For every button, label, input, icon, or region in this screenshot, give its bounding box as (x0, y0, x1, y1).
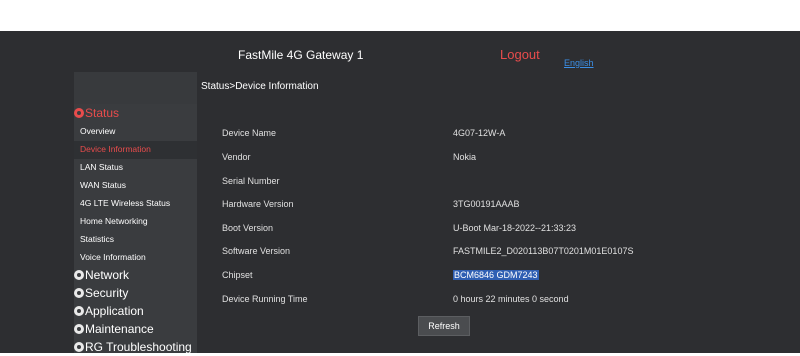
logout-link[interactable]: Logout (500, 47, 540, 62)
boot-version-value: U-Boot Mar-18-2022--21:33:23 (453, 223, 577, 233)
serial-number-label: Serial Number (222, 176, 280, 186)
hardware-version-value: 3TG00191AAAB (453, 199, 520, 209)
sidebar: Status Overview Device Information LAN S… (74, 104, 197, 356)
sidebar-category-label: Status (85, 106, 120, 120)
language-link[interactable]: English (564, 58, 594, 68)
sidebar-category-status[interactable]: Status (74, 104, 119, 122)
sidebar-item-home-networking[interactable]: Home Networking (80, 213, 148, 229)
sidebar-item-statistics[interactable]: Statistics (80, 231, 114, 247)
sidebar-category-application[interactable]: Application (74, 302, 144, 320)
sidebar-category-label: Application (85, 304, 144, 318)
sidebar-item-overview[interactable]: Overview (80, 123, 115, 139)
maintenance-icon (74, 324, 84, 334)
sidebar-item-wan-status[interactable]: WAN Status (80, 177, 126, 193)
boot-version-label: Boot Version (222, 223, 274, 233)
device-name-value: 4G07-12W-A (453, 128, 506, 138)
running-time-label: Device Running Time (222, 294, 308, 304)
vendor-value: Nokia (453, 152, 477, 162)
sidebar-category-network[interactable]: Network (74, 266, 129, 284)
hardware-version-label: Hardware Version (222, 199, 294, 209)
sidebar-category-maintenance[interactable]: Maintenance (74, 320, 154, 338)
gateway-title: FastMile 4G Gateway 1 (238, 48, 364, 62)
application-icon (74, 306, 84, 316)
security-icon (74, 288, 84, 298)
sidebar-header (74, 72, 197, 104)
software-version-value: FASTMILE2_D020113B07T0201M01E0107S (453, 246, 634, 256)
browser-top-area (0, 0, 800, 31)
sidebar-item-lte-wireless-status[interactable]: 4G LTE Wireless Status (80, 195, 170, 211)
sidebar-item-voice-information[interactable]: Voice Information (80, 249, 146, 265)
software-version-label: Software Version (222, 246, 291, 256)
breadcrumb: Status>Device Information (201, 81, 319, 92)
sidebar-category-label: Network (85, 268, 130, 282)
troubleshooting-icon (74, 342, 84, 352)
chipset-label: Chipset (222, 270, 253, 280)
sidebar-item-device-information[interactable]: Device Information (80, 141, 151, 157)
running-time-value: 0 hours 22 minutes 0 second (453, 294, 569, 304)
chipset-value: BCM6846 GDM7243 (453, 270, 539, 280)
status-icon (74, 108, 84, 118)
sidebar-category-security[interactable]: Security (74, 284, 128, 302)
sidebar-category-label: RG Troubleshooting (85, 340, 192, 354)
sidebar-category-label: Security (85, 286, 129, 300)
device-name-label: Device Name (222, 128, 277, 138)
sidebar-category-label: Maintenance (85, 322, 154, 336)
sidebar-category-rg-troubleshooting[interactable]: RG Troubleshooting (74, 338, 192, 356)
vendor-label: Vendor (222, 152, 251, 162)
network-icon (74, 270, 84, 280)
refresh-button[interactable]: Refresh (418, 316, 470, 336)
sidebar-item-lan-status[interactable]: LAN Status (80, 159, 123, 175)
